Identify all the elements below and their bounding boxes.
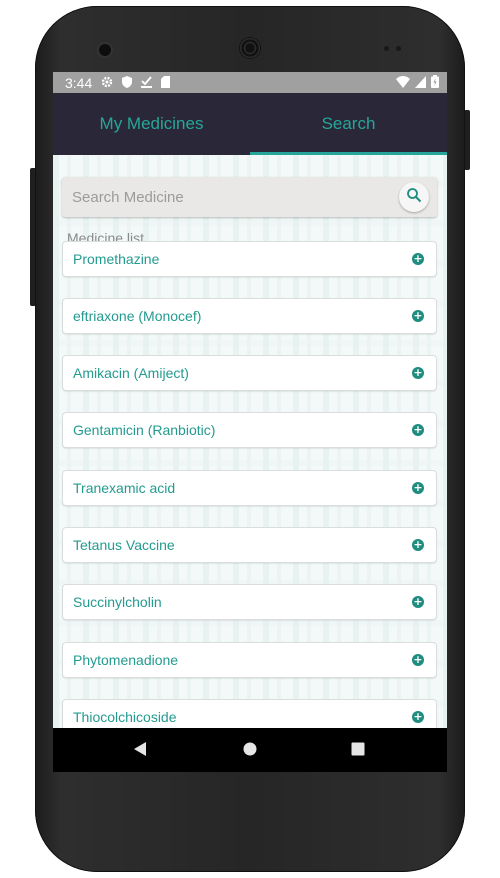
list-item[interactable]: Thiocolchicoside + <box>62 699 437 728</box>
status-right-group <box>396 75 439 92</box>
status-time: 3:44 <box>65 74 93 91</box>
tab-bar: My Medicines Search <box>53 93 447 155</box>
medicine-name: Tetanus Vaccine <box>73 537 175 553</box>
add-circle-icon[interactable]: + <box>412 367 424 379</box>
search-content: Medicine list Promethazine + eftriaxone … <box>53 155 447 728</box>
add-circle-icon[interactable]: + <box>412 596 424 608</box>
screen: 3:44 My Medicines Search Search Medicine… <box>53 72 447 772</box>
list-item[interactable]: eftriaxone (Monocef) + <box>62 298 437 334</box>
download-done-icon <box>141 75 153 90</box>
navigation-bar <box>53 728 447 772</box>
front-camera <box>99 44 111 56</box>
recents-icon <box>350 741 366 761</box>
home-icon <box>242 741 258 761</box>
tab-my-medicines-label: My Medicines <box>99 114 204 133</box>
search-input[interactable] <box>62 177 392 217</box>
list-item[interactable]: Amikacin (Amiject) + <box>62 355 437 391</box>
wifi-icon <box>396 75 410 92</box>
add-circle-icon[interactable]: + <box>412 482 424 494</box>
medicine-name: Gentamicin (Ranbiotic) <box>73 422 216 438</box>
back-button[interactable] <box>129 740 151 762</box>
tab-search-label: Search <box>321 114 376 133</box>
back-icon <box>132 741 148 761</box>
list-item[interactable]: Tranexamic acid + <box>62 470 437 506</box>
add-circle-icon[interactable]: + <box>412 539 424 551</box>
home-button[interactable] <box>239 740 261 762</box>
medicine-name: Amikacin (Amiject) <box>73 365 189 381</box>
signal-icon <box>415 75 426 92</box>
proximity-sensor <box>384 46 389 51</box>
list-item[interactable]: Phytomenadione + <box>62 642 437 678</box>
medicine-name: Thiocolchicoside <box>73 709 177 725</box>
add-circle-icon[interactable]: + <box>412 711 424 723</box>
tab-search[interactable]: Search <box>250 93 447 155</box>
add-circle-icon[interactable]: + <box>412 654 424 666</box>
medicine-name: Tranexamic acid <box>73 480 176 496</box>
list-item[interactable]: Promethazine + <box>62 241 437 277</box>
light-sensor <box>396 46 401 51</box>
status-bar: 3:44 <box>53 72 447 93</box>
medicine-name: eftriaxone (Monocef) <box>73 308 202 324</box>
medicine-name: Succinylcholin <box>73 594 162 610</box>
battery-icon <box>431 75 439 92</box>
gear-icon <box>101 76 113 90</box>
recents-button[interactable] <box>347 740 369 762</box>
tab-my-medicines[interactable]: My Medicines <box>53 93 250 155</box>
search-bar <box>62 177 437 217</box>
medicine-name: Promethazine <box>73 251 160 267</box>
sd-card-icon <box>161 75 171 90</box>
list-item[interactable]: Gentamicin (Ranbiotic) + <box>62 412 437 448</box>
shield-icon <box>122 75 133 90</box>
add-circle-icon[interactable]: + <box>412 310 424 322</box>
search-button[interactable] <box>399 182 429 212</box>
medicine-name: Phytomenadione <box>73 652 179 668</box>
add-circle-icon[interactable]: + <box>412 253 424 265</box>
list-item[interactable]: Tetanus Vaccine + <box>62 527 437 563</box>
search-icon <box>406 187 422 207</box>
earpiece-speaker <box>239 37 261 59</box>
list-item[interactable]: Succinylcholin + <box>62 584 437 620</box>
add-circle-icon[interactable]: + <box>412 424 424 436</box>
